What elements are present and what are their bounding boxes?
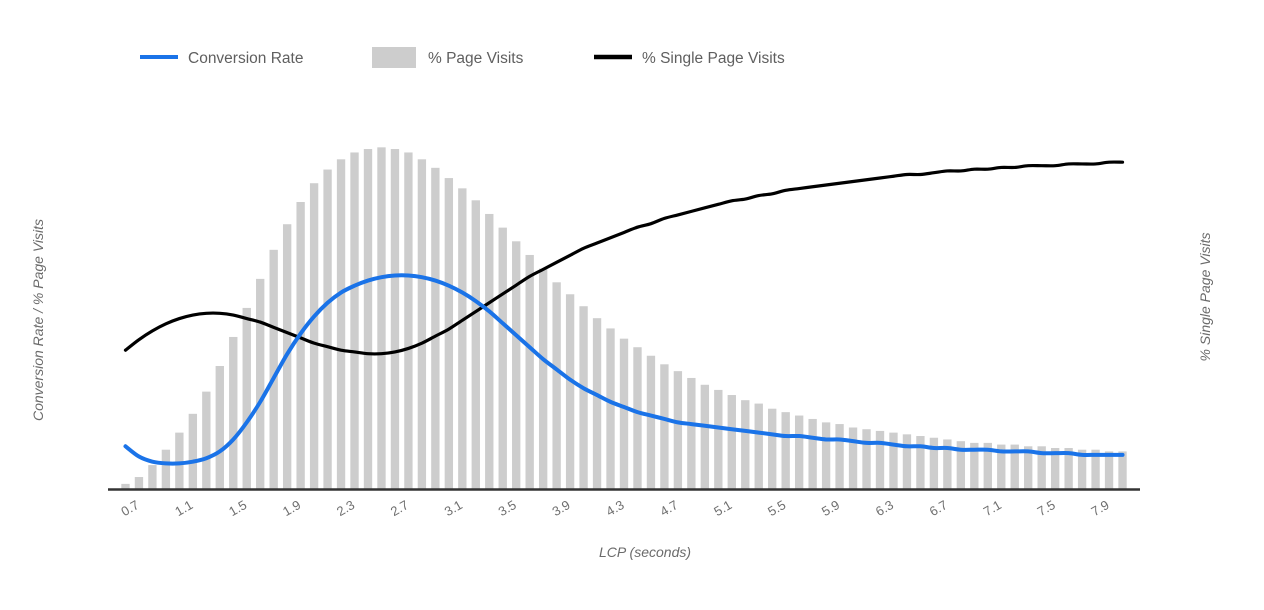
bar xyxy=(727,395,736,489)
bar-series-page-visits xyxy=(121,147,1127,490)
bar xyxy=(768,408,777,489)
bar xyxy=(498,227,507,490)
x-tick-label: 7.5 xyxy=(1035,497,1058,519)
bar xyxy=(835,424,844,489)
x-axis-title: LCP (seconds) xyxy=(599,544,691,560)
bar xyxy=(121,483,130,490)
bar xyxy=(821,422,831,490)
x-tick-label: 6.3 xyxy=(873,497,896,519)
bar xyxy=(754,403,763,489)
legend-label-conversion-rate: Conversion Rate xyxy=(188,50,303,67)
x-tick-label: 3.9 xyxy=(550,497,573,519)
chart-legend: Conversion Rate % Page Visits % Single P… xyxy=(140,47,785,68)
x-tick-label: 7.9 xyxy=(1088,497,1111,519)
x-tick-label: 0.7 xyxy=(118,497,141,519)
bar xyxy=(377,147,386,489)
x-tick-label: 5.5 xyxy=(765,497,788,519)
bar xyxy=(875,430,885,489)
bar xyxy=(592,318,602,489)
bar xyxy=(687,377,696,489)
chart-container: Conversion Rate % Page Visits % Single P… xyxy=(0,0,1264,610)
bar xyxy=(471,200,480,490)
bar xyxy=(929,437,939,489)
bar xyxy=(188,413,198,489)
legend-swatch-page-visits xyxy=(372,47,416,68)
x-tick-label: 6.7 xyxy=(927,497,950,519)
bar xyxy=(673,371,683,490)
x-tick-label: 2.3 xyxy=(334,497,357,519)
bar xyxy=(390,149,400,490)
bar xyxy=(794,415,804,489)
bar xyxy=(485,213,494,489)
x-tick-label: 1.1 xyxy=(172,497,195,519)
bar xyxy=(862,429,871,489)
bar xyxy=(242,307,251,489)
bar xyxy=(633,347,642,489)
bar xyxy=(741,400,750,489)
x-tick-label: 3.1 xyxy=(442,497,465,519)
bar xyxy=(538,268,548,490)
x-tick-label: 2.7 xyxy=(388,497,411,519)
x-tick-label: 4.3 xyxy=(603,497,626,519)
bar xyxy=(134,477,144,489)
bar xyxy=(714,389,723,489)
bar xyxy=(309,183,319,489)
bar xyxy=(215,366,224,489)
bar xyxy=(458,188,467,489)
y-axis-title-left: Conversion Rate / % Page Visits xyxy=(30,219,46,421)
x-tick-label: 5.1 xyxy=(711,497,734,519)
x-tick-label: 5.9 xyxy=(819,497,842,519)
bar xyxy=(781,412,790,490)
y-axis-title-right: % Single Page Visits xyxy=(1197,233,1213,362)
x-tick-label: 1.5 xyxy=(226,497,249,519)
bar xyxy=(202,391,211,490)
bar xyxy=(350,152,359,489)
x-tick-label: 4.7 xyxy=(657,497,680,519)
bar xyxy=(323,169,332,490)
bar xyxy=(229,336,238,489)
bar xyxy=(700,384,710,489)
bar xyxy=(404,152,413,489)
chart-svg: Conversion Rate % Page Visits % Single P… xyxy=(30,47,1213,560)
bar xyxy=(161,449,171,489)
bar xyxy=(848,427,858,489)
bar xyxy=(417,159,427,490)
x-tick-label: 3.5 xyxy=(496,497,519,519)
bar xyxy=(256,278,265,490)
bar xyxy=(431,167,440,489)
x-axis-tick-labels: 0.7 1.1 1.5 1.9 2.3 2.7 3.1 3.5 3.9 4.3 4.7 5.1 5.5 5… xyxy=(118,497,1111,519)
bar xyxy=(1104,451,1114,489)
bar xyxy=(525,254,534,489)
bar xyxy=(606,328,615,489)
bar xyxy=(296,202,305,489)
bar xyxy=(565,294,575,489)
bar xyxy=(1118,451,1127,489)
x-tick-label: 7.1 xyxy=(981,497,1004,519)
bar xyxy=(148,465,157,489)
bar xyxy=(808,418,817,489)
bar xyxy=(336,159,346,490)
legend-label-single-page-visits: % Single Page Visits xyxy=(642,50,785,67)
bar xyxy=(512,241,521,489)
bar xyxy=(552,282,561,489)
bar xyxy=(660,364,669,489)
bar xyxy=(646,355,656,489)
bar xyxy=(363,149,373,490)
x-tick-label: 1.9 xyxy=(280,497,303,519)
bar xyxy=(444,178,454,489)
bar xyxy=(902,434,912,489)
bar xyxy=(579,306,588,489)
bar xyxy=(619,338,629,489)
legend-label-page-visits: % Page Visits xyxy=(428,50,524,67)
bar xyxy=(175,432,184,490)
bar xyxy=(889,432,898,490)
bar xyxy=(916,436,925,489)
